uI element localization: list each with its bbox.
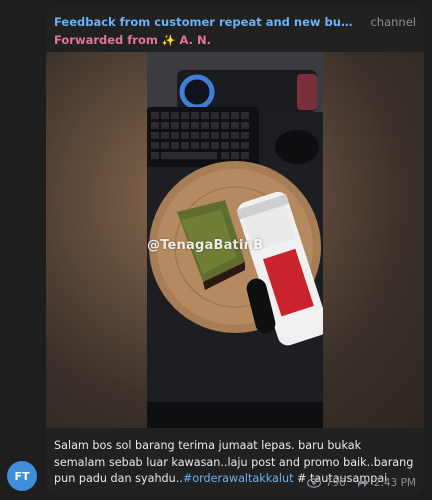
media-photo[interactable]: @TenagaBatinB (46, 52, 424, 428)
caption-hashtag[interactable]: #orderawaltakkalut (183, 472, 294, 485)
channel-badge: channel (370, 15, 416, 29)
eye-icon (306, 478, 321, 488)
forwarded-from[interactable]: Forwarded from ✨ A. N. (54, 33, 211, 47)
forwarded-prefix: Forwarded from (54, 33, 158, 47)
message-time: 2:43 PM (373, 477, 416, 489)
message-meta: 796 2:43 PM (306, 477, 416, 489)
message-title[interactable]: Feedback from customer repeat and new bu… (54, 15, 356, 29)
forwarded-name[interactable]: A. N. (180, 33, 211, 47)
avatar[interactable]: FT (7, 461, 37, 491)
forward-sparkle-icon: ✨ (161, 33, 176, 47)
share-icon[interactable] (357, 477, 369, 489)
photo-watermark: @TenagaBatinB (147, 238, 264, 253)
message-bubble[interactable]: Feedback from customer repeat and new bu… (46, 5, 424, 495)
view-count: 796 (325, 477, 346, 489)
